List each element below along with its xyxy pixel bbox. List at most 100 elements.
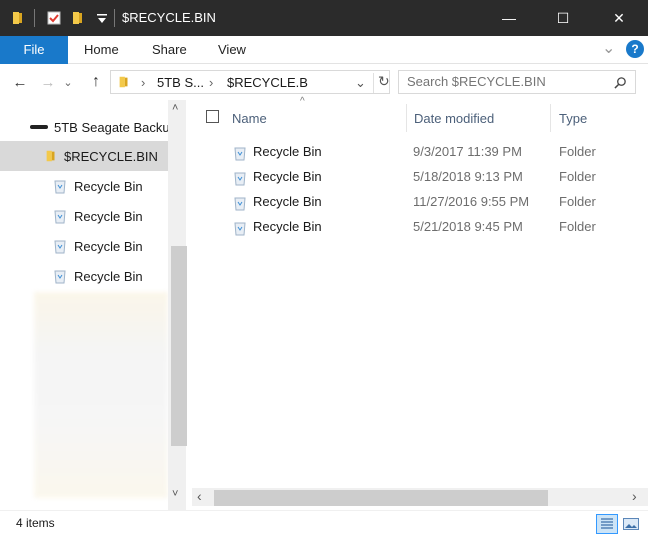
expand-ribbon-icon[interactable]: ⌄ bbox=[602, 38, 615, 58]
nav-item-recycle-bin-root[interactable]: $RECYCLE.BIN bbox=[0, 141, 168, 171]
file-name: Recycle Bin bbox=[253, 169, 322, 184]
status-bar: 4 items bbox=[0, 510, 648, 536]
recycle-bin-icon bbox=[234, 222, 246, 236]
minimize-button[interactable]: — bbox=[486, 0, 532, 36]
file-type: Folder bbox=[559, 219, 596, 234]
titlebar-separator bbox=[34, 9, 35, 27]
address-dropdown-icon[interactable]: ⌄ bbox=[355, 75, 366, 91]
address-row: ← → ⌄ ↑ › 5TB S... › $RECYCLE.B ⌄ ↻ bbox=[0, 64, 648, 100]
column-header-type[interactable]: Type bbox=[559, 106, 587, 132]
navigation-pane: 5TB Seagate Backu $RECYCLE.BIN Recycle B… bbox=[0, 100, 188, 510]
file-date: 5/21/2018 9:45 PM bbox=[413, 219, 523, 234]
file-type: Folder bbox=[559, 169, 596, 184]
file-date: 5/18/2018 9:13 PM bbox=[413, 169, 523, 184]
file-date: 9/3/2017 11:39 PM bbox=[413, 144, 522, 159]
properties-icon[interactable] bbox=[46, 10, 62, 26]
window-title: $RECYCLE.BIN bbox=[122, 10, 216, 25]
close-icon: ✕ bbox=[613, 9, 625, 26]
table-row[interactable]: Recycle Bin 9/3/2017 11:39 PM Folder bbox=[226, 140, 648, 165]
address-bar[interactable]: › 5TB S... › $RECYCLE.B ⌄ ↻ bbox=[110, 70, 390, 94]
nav-item-recycle-bin[interactable]: Recycle Bin bbox=[0, 201, 168, 231]
select-all-checkbox[interactable] bbox=[206, 110, 219, 123]
table-row[interactable]: Recycle Bin 11/27/2016 9:55 PM Folder bbox=[226, 190, 648, 215]
nav-item-label: Recycle Bin bbox=[74, 208, 143, 224]
item-count: 4 items bbox=[16, 516, 55, 530]
recent-locations-button[interactable]: ⌄ bbox=[62, 72, 74, 92]
close-button[interactable]: ✕ bbox=[596, 0, 642, 36]
breadcrumb-drive[interactable]: 5TB S... bbox=[157, 75, 204, 90]
large-icons-view-icon bbox=[623, 518, 639, 530]
nav-item-label: Recycle Bin bbox=[74, 238, 143, 254]
tab-share[interactable]: Share bbox=[136, 36, 203, 64]
refresh-icon[interactable]: ↻ bbox=[373, 73, 390, 93]
breadcrumb-separator: › bbox=[209, 75, 214, 90]
nav-item-recycle-bin[interactable]: Recycle Bin bbox=[0, 171, 168, 201]
scroll-down-icon[interactable]: ˅ bbox=[172, 488, 178, 500]
nav-item-label: Recycle Bin bbox=[74, 268, 143, 284]
details-view-button[interactable] bbox=[596, 514, 618, 534]
title-bar: $RECYCLE.BIN — ☐ ✕ bbox=[0, 0, 648, 36]
scroll-right-icon[interactable]: › bbox=[632, 488, 637, 504]
file-name: Recycle Bin bbox=[253, 144, 322, 159]
back-arrow-icon: ← bbox=[12, 73, 28, 91]
scroll-up-icon[interactable]: ˄ bbox=[172, 102, 178, 114]
customize-quick-access-icon[interactable] bbox=[94, 10, 110, 26]
blurred-nav-items bbox=[34, 292, 168, 498]
folder-icon bbox=[119, 76, 128, 88]
file-date: 11/27/2016 9:55 PM bbox=[413, 194, 530, 209]
titlebar-separator bbox=[114, 9, 115, 27]
recycle-bin-icon bbox=[234, 147, 246, 161]
forward-button[interactable]: → bbox=[38, 72, 58, 92]
up-arrow-icon: ↑ bbox=[92, 73, 100, 90]
recycle-bin-icon bbox=[234, 197, 246, 211]
chevron-down-icon: ⌄ bbox=[63, 76, 73, 89]
nav-item-drive[interactable]: 5TB Seagate Backu bbox=[0, 112, 170, 142]
forward-arrow-icon: → bbox=[40, 73, 56, 91]
tab-file[interactable]: File bbox=[0, 36, 68, 64]
folder-icon[interactable] bbox=[10, 10, 26, 26]
maximize-icon: ☐ bbox=[556, 9, 570, 26]
up-button[interactable]: ↑ bbox=[86, 72, 106, 92]
search-icon[interactable] bbox=[614, 76, 627, 89]
minimize-icon: — bbox=[502, 10, 516, 26]
large-icons-view-button[interactable] bbox=[620, 514, 642, 534]
scroll-left-icon[interactable]: ‹ bbox=[197, 488, 202, 504]
search-box[interactable] bbox=[398, 70, 636, 94]
breadcrumb-separator: › bbox=[141, 75, 146, 90]
recycle-bin-icon bbox=[54, 210, 66, 224]
nav-item-label: Recycle Bin bbox=[74, 178, 143, 194]
file-name: Recycle Bin bbox=[253, 219, 322, 234]
details-view-icon bbox=[601, 518, 613, 529]
maximize-button[interactable]: ☐ bbox=[540, 0, 586, 36]
table-row[interactable]: Recycle Bin 5/21/2018 9:45 PM Folder bbox=[226, 215, 648, 240]
tab-home[interactable]: Home bbox=[68, 36, 135, 64]
drive-icon bbox=[30, 125, 48, 129]
file-list: ^ Name Date modified Type Recycle Bin 9/… bbox=[188, 96, 648, 510]
new-folder-icon[interactable] bbox=[70, 10, 86, 26]
nav-scrollbar-thumb[interactable] bbox=[171, 246, 187, 446]
file-type: Folder bbox=[559, 144, 596, 159]
ribbon: File Home Share View ⌄ ? bbox=[0, 36, 648, 64]
column-header-date[interactable]: Date modified bbox=[414, 106, 494, 132]
back-button[interactable]: ← bbox=[10, 72, 30, 92]
help-icon[interactable]: ? bbox=[626, 40, 644, 58]
column-header-name[interactable]: Name bbox=[232, 106, 267, 132]
recycle-bin-icon bbox=[54, 270, 66, 284]
recycle-bin-icon bbox=[234, 172, 246, 186]
tab-view[interactable]: View bbox=[202, 36, 262, 64]
horizontal-scrollbar-thumb[interactable] bbox=[214, 490, 548, 506]
column-divider[interactable] bbox=[550, 104, 551, 132]
recycle-bin-icon bbox=[54, 240, 66, 254]
folder-icon bbox=[46, 150, 55, 162]
file-type: Folder bbox=[559, 194, 596, 209]
nav-item-label: 5TB Seagate Backu bbox=[54, 119, 170, 135]
file-name: Recycle Bin bbox=[253, 194, 322, 209]
nav-item-recycle-bin[interactable]: Recycle Bin bbox=[0, 261, 168, 291]
recycle-bin-icon bbox=[54, 180, 66, 194]
nav-item-recycle-bin[interactable]: Recycle Bin bbox=[0, 231, 168, 261]
search-input[interactable] bbox=[407, 74, 607, 89]
breadcrumb-folder[interactable]: $RECYCLE.B bbox=[227, 75, 308, 90]
column-divider[interactable] bbox=[406, 104, 407, 132]
table-row[interactable]: Recycle Bin 5/18/2018 9:13 PM Folder bbox=[226, 165, 648, 190]
nav-item-label: $RECYCLE.BIN bbox=[64, 148, 158, 164]
